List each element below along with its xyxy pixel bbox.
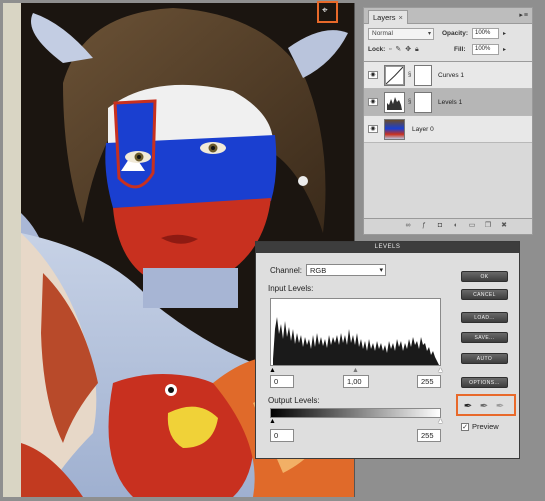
tool-highlight-box: ⌖: [317, 1, 338, 23]
layer-mask-thumbnail[interactable]: [414, 65, 432, 86]
link-icon[interactable]: ∞: [404, 222, 412, 230]
fx-icon[interactable]: ƒ: [420, 222, 428, 230]
channel-value: RGB: [310, 266, 327, 275]
opacity-field[interactable]: 100%: [472, 28, 499, 39]
lock-icons[interactable]: ▫ ✎ ✥ 🔒︎: [389, 45, 420, 54]
sampler-cursor-icon: ⌖: [322, 5, 328, 16]
adjustment-icon[interactable]: ◐: [452, 222, 460, 230]
dialog-title: LEVELS: [256, 242, 519, 253]
layer-row-levels[interactable]: ◉ § Levels 1: [364, 89, 532, 116]
save-button[interactable]: SAVE...: [461, 332, 508, 343]
output-levels-label: Output Levels:: [268, 396, 320, 405]
layer-name: Layer 0: [412, 126, 434, 133]
layer-thumbnail: [384, 119, 405, 140]
eyedropper-highlight-box: [456, 394, 516, 416]
output-gradient: [270, 408, 441, 418]
levels-dialog: LEVELS Channel: RGB ▾ Input Levels: ▲ ▲ …: [255, 241, 520, 459]
eye-icon[interactable]: ◉: [368, 98, 378, 106]
chevron-down-icon: ▾: [379, 267, 383, 274]
group-icon[interactable]: ▭: [468, 222, 476, 230]
input-gamma-field[interactable]: 1,00: [343, 375, 369, 388]
fill-label: Fill:: [454, 46, 466, 53]
layers-panel: Layers × ▸≡ Normal ▾ Opacity: 100% ▸ Lock…: [363, 7, 533, 235]
ok-button[interactable]: OK: [461, 271, 508, 282]
layer-list: ◉ § Curves 1 ◉ § Levels 1 ◉ Layer 0: [364, 61, 532, 219]
layer-mask-thumbnail[interactable]: [414, 92, 432, 113]
layer-name: Levels 1: [438, 99, 463, 106]
trash-icon[interactable]: ✖: [500, 222, 508, 230]
close-icon[interactable]: ×: [399, 13, 403, 22]
cancel-button[interactable]: CANCEL: [461, 289, 508, 300]
blend-mode-value: Normal: [372, 30, 393, 37]
output-white-slider[interactable]: ▲: [437, 418, 444, 425]
input-white-field[interactable]: 255: [417, 375, 441, 388]
gamma-slider[interactable]: ▲: [352, 367, 359, 374]
layers-footer: ∞ ƒ ◘ ◐ ▭ ❐ ✖: [364, 218, 532, 234]
layers-tabbar: Layers × ▸≡: [364, 8, 532, 24]
tab-layers-label: Layers: [373, 13, 396, 22]
layer-name: Curves 1: [438, 72, 465, 79]
eye-icon[interactable]: ◉: [368, 71, 378, 79]
histogram-graph: [273, 317, 439, 365]
fill-field[interactable]: 100%: [472, 44, 499, 55]
output-white-field[interactable]: 255: [417, 429, 441, 442]
layer-row-layer0[interactable]: ◉ Layer 0: [364, 116, 532, 143]
opacity-label: Opacity:: [442, 30, 469, 37]
panel-menu-icon[interactable]: ▸≡: [519, 11, 529, 19]
options-button[interactable]: OPTIONS...: [461, 377, 508, 388]
blend-row: Normal ▾ Opacity: 100% ▸: [364, 26, 532, 44]
chevron-down-icon: ▾: [427, 31, 431, 37]
histogram: [270, 298, 441, 366]
black-point-slider[interactable]: ▲: [269, 367, 276, 374]
opacity-arrow-icon[interactable]: ▸: [503, 30, 506, 37]
preview-label: Preview: [472, 422, 499, 431]
new-layer-icon[interactable]: ❐: [484, 222, 492, 230]
eye-icon[interactable]: ◉: [368, 125, 378, 133]
input-levels-label: Input Levels:: [268, 284, 314, 293]
lock-label: Lock:: [368, 46, 386, 53]
curves-adjustment-icon: [384, 65, 405, 86]
chain-link-icon: §: [408, 72, 412, 78]
tab-layers[interactable]: Layers ×: [368, 10, 408, 24]
mask-icon[interactable]: ◘: [436, 222, 444, 230]
auto-button[interactable]: AUTO: [461, 353, 508, 364]
lock-row: Lock: ▫ ✎ ✥ 🔒︎ Fill: 100% ▸: [364, 44, 532, 58]
output-black-field[interactable]: 0: [270, 429, 294, 442]
white-point-slider[interactable]: ▲: [437, 367, 444, 374]
levels-adjustment-icon: [384, 92, 405, 113]
channel-label: Channel:: [270, 266, 303, 275]
preview-checkbox[interactable]: ✓: [461, 423, 469, 431]
input-black-field[interactable]: 0: [270, 375, 294, 388]
histogram-bars: [273, 317, 439, 365]
chain-link-icon: §: [408, 99, 412, 105]
load-button[interactable]: LOAD...: [461, 312, 508, 323]
output-black-slider[interactable]: ▲: [269, 418, 276, 425]
channel-select[interactable]: RGB ▾: [306, 264, 386, 276]
layer-row-curves[interactable]: ◉ § Curves 1: [364, 62, 532, 89]
fill-arrow-icon[interactable]: ▸: [503, 46, 506, 53]
blend-mode-select[interactable]: Normal ▾: [368, 28, 434, 40]
